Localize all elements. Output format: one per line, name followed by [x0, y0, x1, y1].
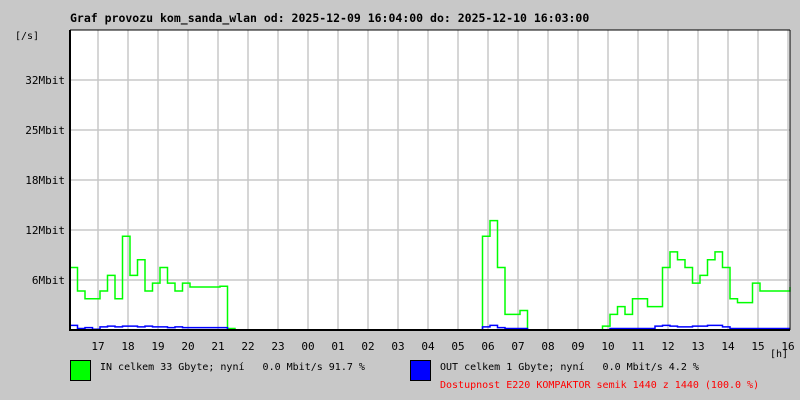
legend-out-text: OUT celkem 1 Gbyte; nyní 0.0 Mbit/s 4.2 … — [440, 362, 699, 373]
legend-out-swatch — [410, 360, 431, 381]
x-tick-label: 09 — [571, 340, 584, 353]
x-tick-label: 15 — [751, 340, 764, 353]
x-tick-label: 07 — [511, 340, 524, 353]
x-tick-label: 04 — [421, 340, 435, 353]
x-tick-label: 16 — [781, 340, 794, 353]
y-tick-label: 25Mbit — [25, 124, 65, 137]
x-tick-label: 13 — [691, 340, 704, 353]
x-tick-label: 19 — [151, 340, 164, 353]
x-tick-label: 10 — [601, 340, 614, 353]
y-tick-label: 6Mbit — [32, 274, 65, 287]
y-tick-label: 18Mbit — [25, 174, 65, 187]
x-tick-label: 08 — [541, 340, 554, 353]
availability-text: Dostupnost E220 KOMPAKTOR semik 1440 z 1… — [440, 380, 760, 391]
x-tick-label: 20 — [181, 340, 194, 353]
x-tick-label: 06 — [481, 340, 494, 353]
x-tick-label: 22 — [241, 340, 254, 353]
x-tick-label: 17 — [91, 340, 104, 353]
x-tick-label: 12 — [661, 340, 674, 353]
y-tick-label: 12Mbit — [25, 224, 65, 237]
traffic-chart: 17 18 19 20 21 22 23 00 01 02 03 04 05 06 07 08 09 10 11 12… — [25, 29, 795, 353]
x-tick-label: 05 — [451, 340, 464, 353]
x-tick-label: 21 — [211, 340, 224, 353]
y-tick-label: 32Mbit — [25, 74, 65, 87]
legend-in-swatch — [70, 360, 91, 381]
x-tick-label: 14 — [721, 340, 735, 353]
x-tick-label: 18 — [121, 340, 134, 353]
x-tick-label: 00 — [301, 340, 314, 353]
x-tick-label: 01 — [331, 340, 344, 353]
x-tick-label: 23 — [271, 340, 284, 353]
x-tick-label: 02 — [361, 340, 374, 353]
x-tick-label: 11 — [631, 340, 644, 353]
x-tick-label: 03 — [391, 340, 404, 353]
legend-in-text: IN celkem 33 Gbyte; nyní 0.0 Mbit/s 91.7… — [100, 362, 365, 373]
